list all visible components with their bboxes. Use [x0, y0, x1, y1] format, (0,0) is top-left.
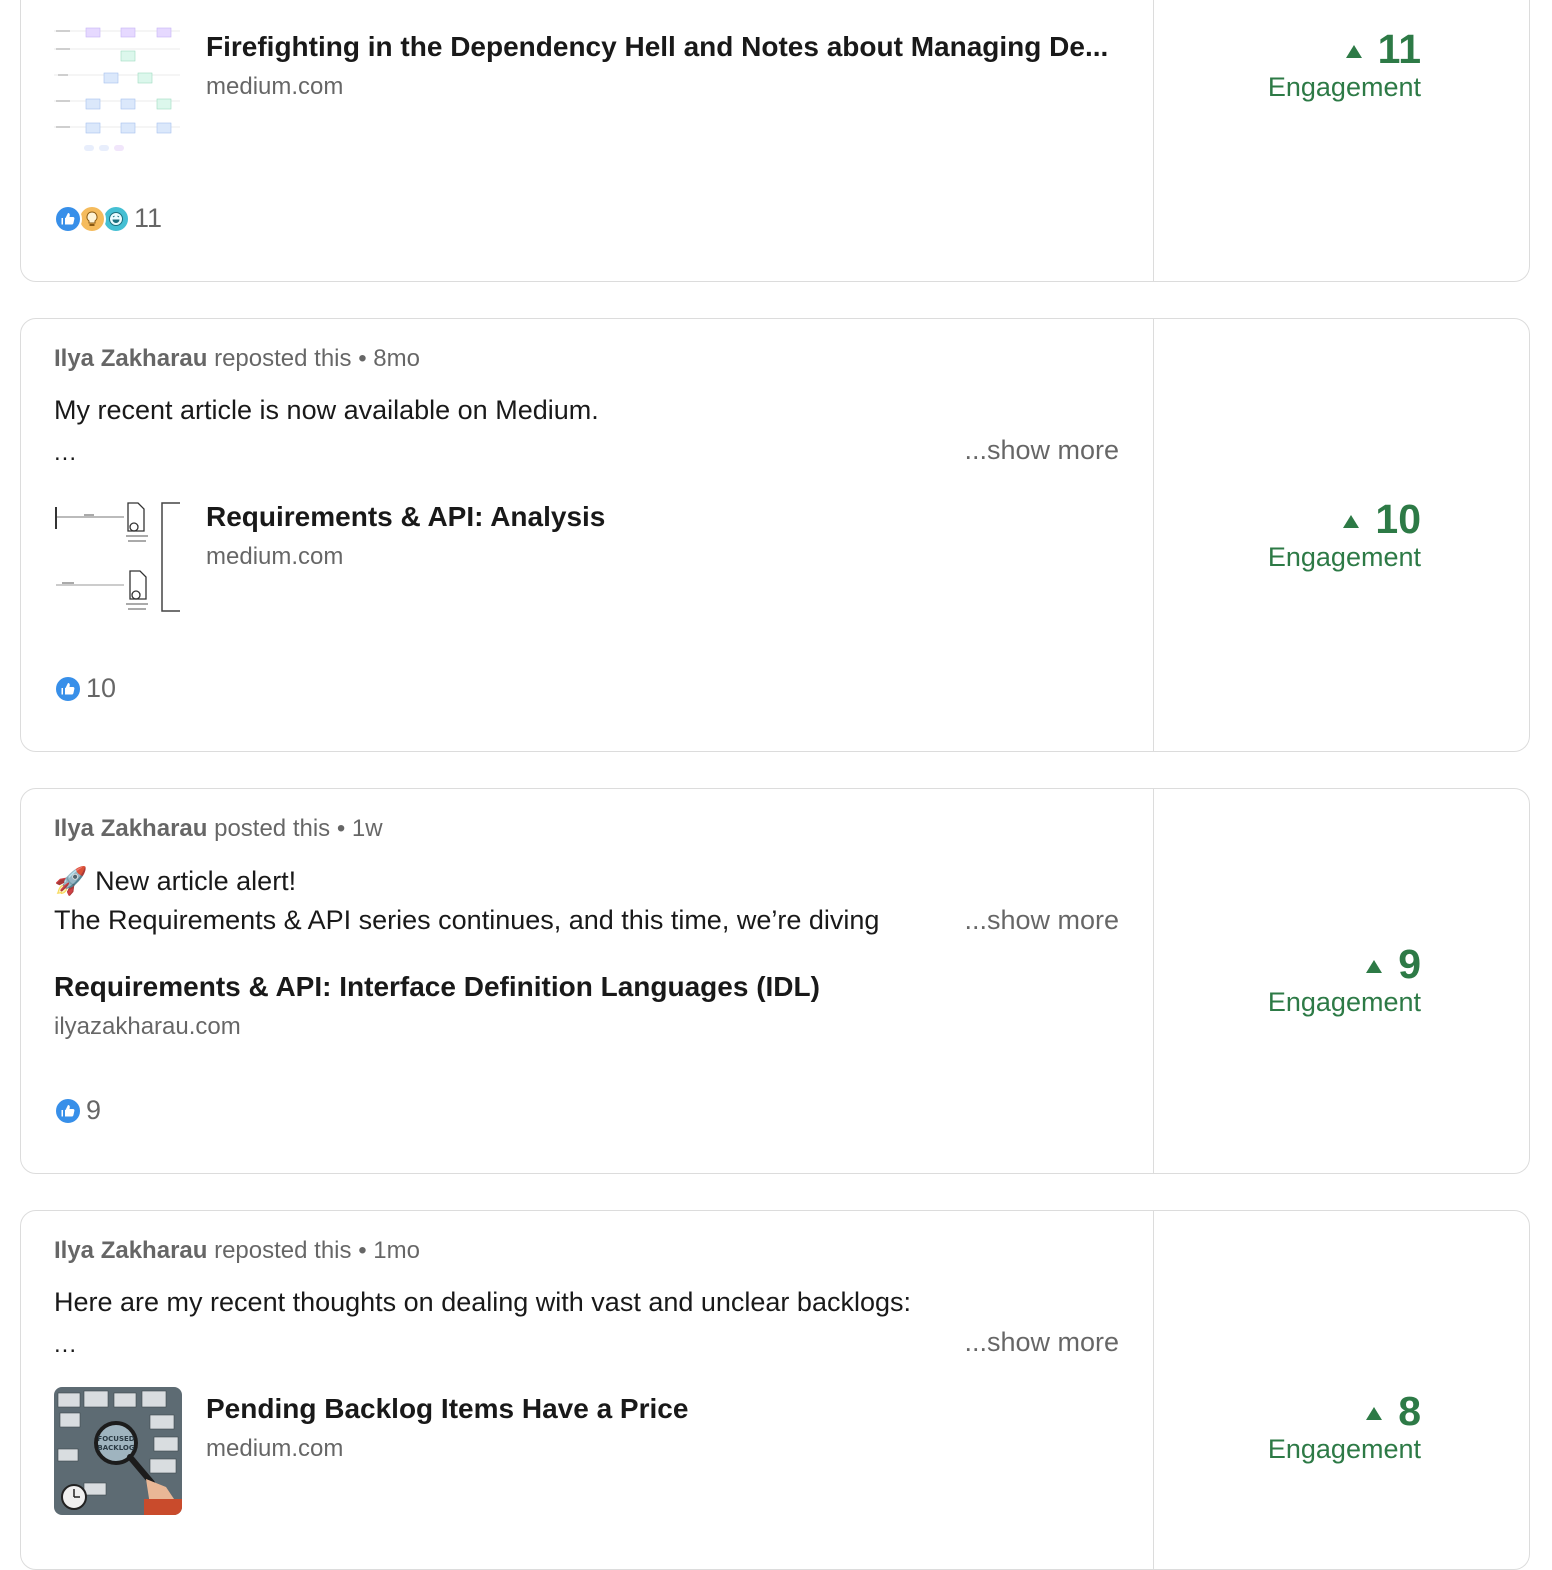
post-commentary-line-2: The Requirements & API series continues,…	[54, 905, 880, 935]
engagement-value: 9	[1398, 941, 1421, 987]
engagement-metric: 11 Engagement	[1268, 25, 1421, 105]
reactions-summary[interactable]: 11	[54, 203, 162, 234]
article-title[interactable]: Firefighting in the Dependency Hell and …	[206, 27, 1121, 67]
reactions-count: 11	[134, 203, 163, 233]
engagement-value: 11	[1377, 26, 1421, 72]
post-action: reposted this	[214, 345, 352, 372]
reactions-summary[interactable]: 9	[54, 1095, 101, 1126]
separator-dot: •	[358, 345, 367, 372]
post-card: Firefighting in the Dependency Hell and …	[20, 0, 1530, 282]
engagement-metric: 10 Engagement	[1268, 495, 1421, 575]
trend-up-icon	[1366, 1406, 1383, 1420]
post-commentary: My recent article is now available on Me…	[54, 395, 599, 425]
author-name[interactable]: Ilya Zakharau	[54, 815, 207, 842]
post-commentary-line-1: 🚀 New article alert!	[54, 866, 297, 896]
like-icon	[54, 1096, 82, 1125]
engagement-metric: 8 Engagement	[1268, 1387, 1421, 1467]
lightbulb-glyph	[86, 210, 98, 226]
article-title[interactable]: Pending Backlog Items Have a Price	[206, 1389, 1121, 1429]
thumbs-up-glyph	[61, 212, 75, 224]
engagement-label: Engagement	[1267, 1434, 1421, 1464]
engagement-metric: 9 Engagement	[1268, 940, 1421, 1020]
svg-text:FOCUSED: FOCUSED	[97, 1435, 134, 1443]
article-thumbnail[interactable]: FOCUSED BACKLOG	[54, 1387, 182, 1515]
engagement-label: Engagement	[1267, 542, 1421, 572]
card-divider	[1153, 0, 1154, 281]
show-more-button[interactable]: ...show more	[964, 905, 1119, 936]
post-action: posted this	[214, 815, 331, 842]
post-header: Ilya Zakharau posted this • 1w	[54, 815, 383, 843]
laughing-face-glyph	[109, 211, 123, 226]
author-name[interactable]: Ilya Zakharau	[54, 345, 207, 372]
post-time: 1mo	[373, 1237, 420, 1264]
reactions-count: 9	[86, 1095, 102, 1125]
like-icon	[54, 674, 82, 703]
show-more-button[interactable]: ...show more	[964, 435, 1119, 466]
svg-text:BACKLOG: BACKLOG	[97, 1444, 134, 1452]
card-divider	[1153, 1211, 1154, 1569]
trend-up-icon	[1366, 959, 1383, 973]
engagement-value: 8	[1398, 1388, 1421, 1434]
separator-dot: •	[336, 815, 346, 842]
insightful-icon	[78, 204, 106, 233]
post-card: Ilya Zakharau reposted this • 8mo My rec…	[20, 318, 1530, 752]
article-domain: ilyazakharau.com	[54, 1013, 241, 1040]
engagement-value: 10	[1375, 496, 1421, 542]
article-thumbnail[interactable]	[54, 23, 180, 153]
show-more-button[interactable]: ...show more	[964, 1327, 1119, 1358]
trend-up-icon	[1343, 514, 1360, 528]
article-domain: medium.com	[206, 543, 344, 570]
commentary-ellipsis: ...	[54, 1331, 78, 1358]
post-commentary: Here are my recent thoughts on dealing w…	[54, 1287, 911, 1317]
backlog-magnifier-image: FOCUSED BACKLOG	[54, 1387, 182, 1515]
thumbs-up-glyph	[61, 1104, 75, 1116]
card-divider	[1153, 789, 1154, 1173]
like-icon	[54, 204, 82, 233]
article-title[interactable]: Requirements & API: Interface Definition…	[54, 967, 1114, 1007]
post-time: 8mo	[373, 345, 420, 372]
card-divider	[1153, 319, 1154, 751]
article-title[interactable]: Requirements & API: Analysis	[206, 497, 1121, 537]
reactions-count: 10	[86, 673, 117, 703]
article-domain: medium.com	[206, 73, 344, 100]
post-card: Ilya Zakharau posted this • 1w 🚀 New art…	[20, 788, 1530, 1174]
thumbs-up-glyph	[61, 682, 75, 694]
funny-icon	[102, 204, 130, 233]
post-time: 1w	[351, 815, 383, 842]
commentary-ellipsis: ...	[54, 439, 78, 466]
dependency-diagram-image	[54, 23, 180, 153]
article-domain: medium.com	[206, 1435, 344, 1462]
engagement-label: Engagement	[1267, 987, 1421, 1017]
reactions-summary[interactable]: 10	[54, 673, 116, 704]
post-card: Ilya Zakharau reposted this • 1mo Here a…	[20, 1210, 1530, 1570]
author-name[interactable]: Ilya Zakharau	[54, 1237, 207, 1264]
post-action: reposted this	[214, 1237, 352, 1264]
post-header: Ilya Zakharau reposted this • 8mo	[54, 345, 420, 373]
post-header: Ilya Zakharau reposted this • 1mo	[54, 1237, 420, 1265]
trend-up-icon	[1345, 44, 1362, 58]
separator-dot: •	[358, 1237, 367, 1264]
api-analysis-diagram-image	[54, 495, 182, 623]
engagement-label: Engagement	[1267, 72, 1421, 102]
article-thumbnail[interactable]	[54, 495, 182, 623]
